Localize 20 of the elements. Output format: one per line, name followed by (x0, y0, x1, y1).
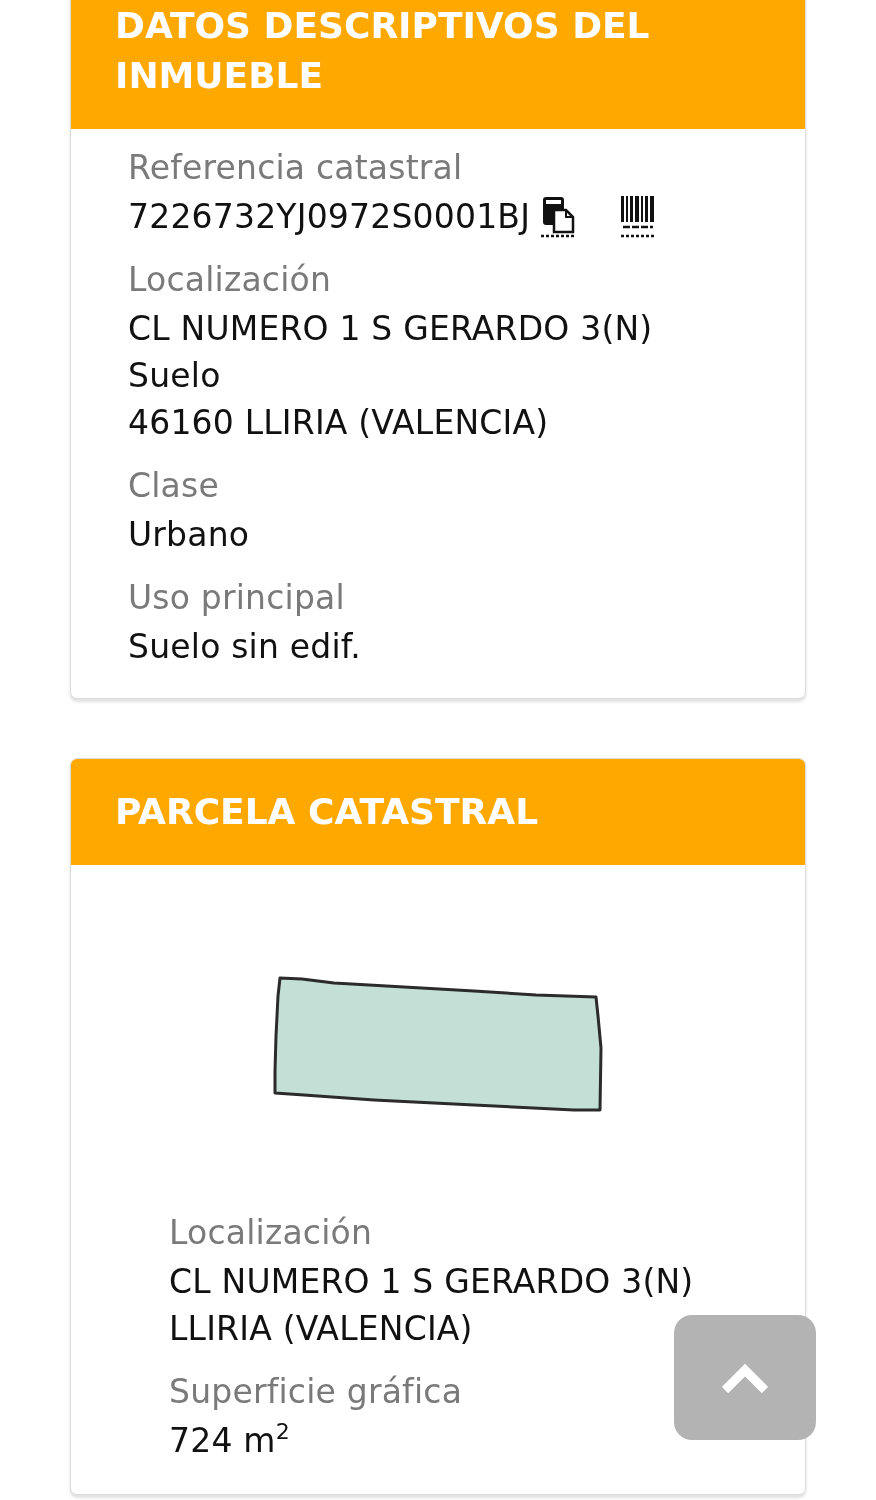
chevron-up-icon (722, 1362, 768, 1393)
field-label: Localización (169, 1212, 373, 1254)
field-value: 46160 LLIRIA (VALENCIA) (128, 403, 549, 442)
field-label: Localización (128, 259, 332, 301)
field-label: Clase (128, 465, 219, 507)
field-value: LLIRIA (VALENCIA) (169, 1309, 473, 1348)
field-value: 724 m$^{2}$ (169, 1421, 290, 1460)
field-value: CL NUMERO 1 S GERARDO 3(N) (169, 1262, 694, 1301)
field-value: Suelo (128, 356, 221, 395)
barcode-icon[interactable] (620, 195, 657, 238)
field-label: Superficie gráfica (169, 1371, 463, 1413)
field-value: Suelo sin edif. (128, 627, 361, 666)
section-title: PARCELA CATASTRAL (115, 790, 540, 834)
field-label: Uso principal (128, 577, 345, 619)
field-value: 7226732YJ0972S0001BJ (128, 196, 531, 238)
field-label: Referencia catastral (128, 147, 463, 189)
section-title: DATOS DESCRIPTIVOS DEL INMUEBLE (115, 4, 651, 98)
field-value: Urbano (128, 515, 250, 554)
field-value: CL NUMERO 1 S GERARDO 3(N) (128, 309, 653, 348)
copy-icon[interactable] (540, 195, 577, 238)
